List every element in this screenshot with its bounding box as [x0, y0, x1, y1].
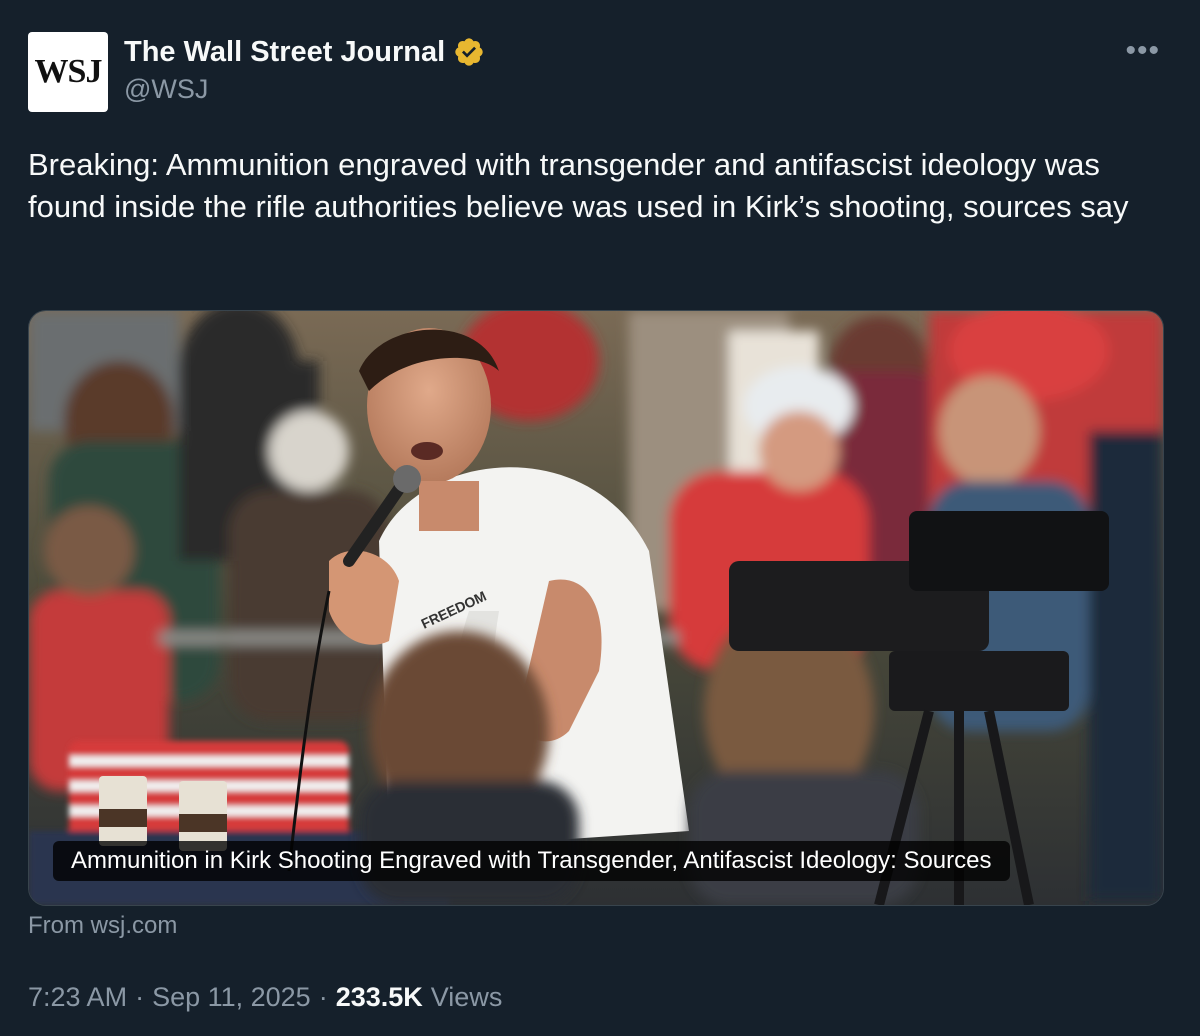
card-caption: Ammunition in Kirk Shooting Engraved wit… [53, 841, 1010, 881]
handle[interactable]: @WSJ [124, 74, 485, 105]
verified-badge-icon [455, 38, 483, 66]
author-block: The Wall Street Journal @WSJ [124, 32, 485, 105]
display-name[interactable]: The Wall Street Journal [124, 36, 445, 69]
card-photo: FREEDOM [29, 311, 1163, 905]
tweet-text: Breaking: Ammunition engraved with trans… [28, 147, 1129, 224]
separator: · [135, 982, 145, 1012]
display-name-row: The Wall Street Journal [124, 32, 485, 72]
link-card[interactable]: FREEDOM Ammunition in Kirk Shooting Engr… [28, 310, 1164, 906]
tweet-time[interactable]: 7:23 AM [28, 982, 127, 1013]
separator: · [318, 982, 328, 1012]
avatar[interactable]: WSJ [28, 32, 108, 112]
tweet-meta: 7:23 AM · Sep 11, 2025 · 233.5K Views [28, 982, 502, 1013]
card-source-link[interactable]: From wsj.com [28, 912, 177, 940]
views-label: Views [430, 982, 503, 1012]
more-options-icon[interactable]: ••• [1125, 36, 1160, 66]
tweet-date[interactable]: Sep 11, 2025 [152, 982, 311, 1013]
views-count: 233.5K [335, 982, 423, 1012]
